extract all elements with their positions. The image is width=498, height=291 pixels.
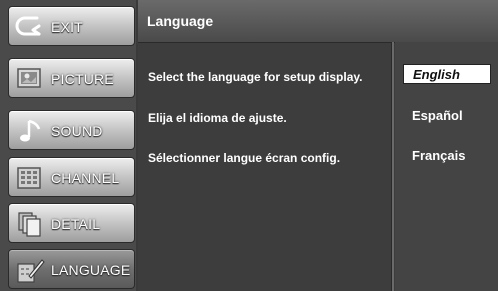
- exit-arrow-icon: [15, 16, 41, 36]
- language-options: English Español Français: [395, 42, 498, 291]
- menu-item-picture-label: PICTURE: [51, 71, 114, 87]
- picture-icon: [17, 68, 41, 88]
- menu-item-sound-label: SOUND: [51, 123, 103, 139]
- language-panel: Language Select the language for setup d…: [138, 0, 498, 291]
- column-divider: [391, 42, 394, 291]
- prompt-french: Sélectionner langue écran config.: [148, 151, 341, 165]
- music-note-icon: [20, 119, 41, 142]
- language-pen-icon: [17, 259, 45, 283]
- menu-item-channel[interactable]: CHANNEL: [8, 157, 135, 197]
- menu-item-exit[interactable]: EXIT: [8, 6, 135, 46]
- channel-grid-icon: [17, 167, 41, 189]
- option-french[interactable]: Français: [412, 148, 465, 163]
- menu-item-channel-label: CHANNEL: [51, 170, 120, 186]
- menu-item-sound[interactable]: SOUND: [8, 110, 135, 150]
- option-english-label: English: [413, 67, 460, 82]
- menu-item-picture[interactable]: PICTURE: [8, 58, 135, 98]
- menu-item-detail-label: DETAIL: [51, 216, 101, 232]
- detail-pages-icon: [18, 212, 41, 237]
- prompt-english: Select the language for setup display.: [148, 70, 363, 84]
- sidebar-menu: EXIT PICTURE SOUND CHANNEL DETAIL LANGUA…: [0, 0, 136, 291]
- menu-item-detail[interactable]: DETAIL: [8, 203, 135, 243]
- page-title: Language: [147, 13, 214, 29]
- option-english[interactable]: English: [403, 64, 491, 84]
- option-spanish[interactable]: Español: [412, 108, 463, 123]
- menu-item-language[interactable]: LANGUAGE: [8, 249, 135, 289]
- menu-item-language-label: LANGUAGE: [51, 262, 131, 278]
- panel-header: Language: [138, 0, 498, 43]
- prompt-spanish: Elija el idioma de ajuste.: [148, 111, 287, 125]
- menu-item-exit-label: EXIT: [51, 19, 83, 35]
